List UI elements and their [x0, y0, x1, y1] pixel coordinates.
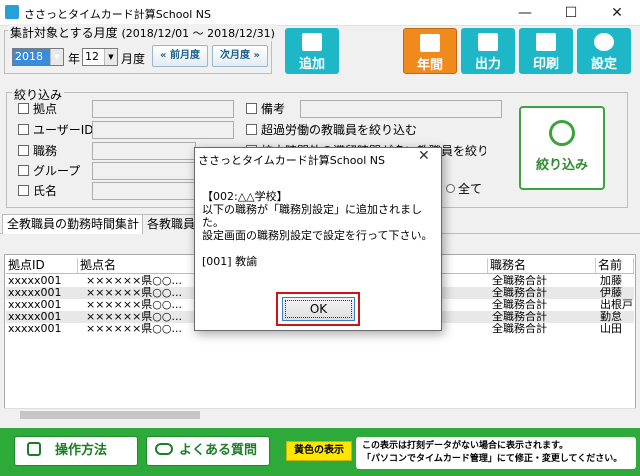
- job-field[interactable]: [92, 142, 196, 160]
- scrollbar-thumb[interactable]: [20, 411, 200, 419]
- cell-location-name: ××××××県○○...: [86, 299, 182, 311]
- filter-legend: 絞り込み: [12, 86, 65, 103]
- user-id-checkbox[interactable]: ユーザーID: [18, 123, 94, 137]
- minimize-button[interactable]: —: [502, 0, 548, 26]
- cell-name: 伊藤: [600, 287, 622, 299]
- period-legend: 集計対象とする月度 (2018/12/01 〜 2018/12/31): [8, 24, 277, 41]
- overtime-checkbox[interactable]: 超過労働の教職員を絞り込む: [246, 123, 417, 137]
- cell-name: 加藤: [600, 275, 622, 287]
- name-field[interactable]: [92, 182, 196, 200]
- user-id-field[interactable]: [92, 121, 234, 139]
- app-icon: [5, 5, 19, 19]
- month-select[interactable]: 12 ▼: [82, 48, 118, 66]
- year-unit-label: 年: [68, 52, 81, 66]
- year-select[interactable]: 2018 ▼: [12, 48, 64, 66]
- cell-location-name: ××××××県○○...: [86, 323, 182, 335]
- settings-button[interactable]: 設定: [577, 28, 631, 74]
- dialog-message: 【002:△△学校】 以下の職務が「職務別設定」に追加されました。 設定画面の職…: [202, 190, 438, 268]
- hand-pointer-icon: [27, 442, 41, 456]
- name-checkbox[interactable]: 氏名: [18, 184, 57, 198]
- manual-button[interactable]: 操作方法: [14, 436, 138, 466]
- tab-all-staff[interactable]: 全教職員の勤務時間集計: [2, 214, 145, 234]
- column-header[interactable]: 職務名: [488, 258, 596, 274]
- job-checkbox[interactable]: 職務: [18, 144, 57, 158]
- window-title: ささっとタイムカード計算School NS: [24, 8, 212, 21]
- month-unit-label: 月度: [121, 52, 146, 66]
- dialog-line-school: 【002:△△学校】: [202, 190, 288, 203]
- document-add-icon: [302, 33, 322, 51]
- remarks-field[interactable]: [300, 100, 502, 118]
- cell-location-name: ××××××県○○...: [86, 287, 182, 299]
- output-button[interactable]: 出力: [461, 28, 515, 74]
- cell-location-id: xxxxx001: [8, 299, 62, 311]
- cell-job: 全職務合計: [492, 323, 547, 335]
- column-header[interactable]: 名前: [596, 258, 634, 274]
- all-radio[interactable]: 全て: [446, 180, 482, 197]
- cell-location-id: xxxxx001: [8, 311, 62, 323]
- next-month-button[interactable]: 次月度 »: [212, 45, 268, 67]
- calendar-icon: [420, 34, 440, 52]
- cell-location-id: xxxxx001: [8, 275, 62, 287]
- cell-location-id: xxxxx001: [8, 323, 62, 335]
- filter-button[interactable]: 絞り込み: [519, 106, 605, 190]
- remarks-checkbox[interactable]: 備考: [246, 102, 285, 116]
- cell-job: 全職務合計: [492, 299, 547, 311]
- close-button[interactable]: ✕: [594, 0, 640, 26]
- column-header[interactable]: 拠点ID: [6, 258, 78, 274]
- cell-location-name: ××××××県○○...: [86, 311, 182, 323]
- dialog-line-job: [001] 教諭: [202, 255, 258, 268]
- dialog-line-instruction: 設定画面の職務別設定で設定を行って下さい。: [202, 229, 433, 242]
- yellow-legend-badge: 黄色の表示: [286, 441, 352, 461]
- add-button[interactable]: 追加: [285, 28, 339, 74]
- cell-name: 出根戸: [600, 299, 633, 311]
- maximize-button[interactable]: ☐: [548, 0, 594, 26]
- group-field[interactable]: [92, 162, 196, 180]
- chat-bubble-icon: [155, 443, 173, 455]
- radio-icon: [446, 184, 455, 193]
- cell-job: 全職務合計: [492, 311, 547, 323]
- ok-button[interactable]: OK: [282, 297, 355, 321]
- print-button[interactable]: 印刷: [519, 28, 573, 74]
- cell-name: 勤怠: [600, 311, 622, 323]
- cell-location-name: ××××××県○○...: [86, 275, 182, 287]
- chevron-down-icon: ▼: [104, 49, 117, 65]
- notice-text: この表示は打刻データがない場合に表示されます。 「パソコンでタイムカード管理」に…: [356, 437, 636, 469]
- export-icon: [478, 33, 498, 51]
- dialog-line-added: 以下の職務が「職務別設定」に追加されました。: [202, 203, 422, 229]
- faq-button[interactable]: よくある質問: [146, 436, 270, 466]
- printer-icon: [536, 33, 556, 51]
- location-field[interactable]: [92, 100, 234, 118]
- group-checkbox[interactable]: グループ: [18, 164, 80, 178]
- location-checkbox[interactable]: 拠点: [18, 102, 57, 116]
- dialog-title: ささっとタイムカード計算School NS: [198, 154, 386, 167]
- tab-each-staff[interactable]: 各教職員: [142, 214, 201, 234]
- cell-location-id: xxxxx001: [8, 287, 62, 299]
- gauge-icon: [594, 33, 614, 51]
- notice-line-2: 「パソコンでタイムカード管理」にて修正・変更してください。: [362, 454, 623, 464]
- dialog-close-button[interactable]: ✕: [418, 148, 430, 164]
- yearly-button[interactable]: 年間: [403, 28, 457, 74]
- cell-job: 全職務合計: [492, 287, 547, 299]
- cell-name: 山田: [600, 323, 622, 335]
- magnifier-icon: [549, 120, 575, 146]
- chevron-down-icon: ▼: [50, 49, 63, 65]
- cell-job: 全職務合計: [492, 275, 547, 287]
- notice-line-1: この表示は打刻データがない場合に表示されます。: [362, 441, 569, 451]
- prev-month-button[interactable]: « 前月度: [152, 45, 208, 67]
